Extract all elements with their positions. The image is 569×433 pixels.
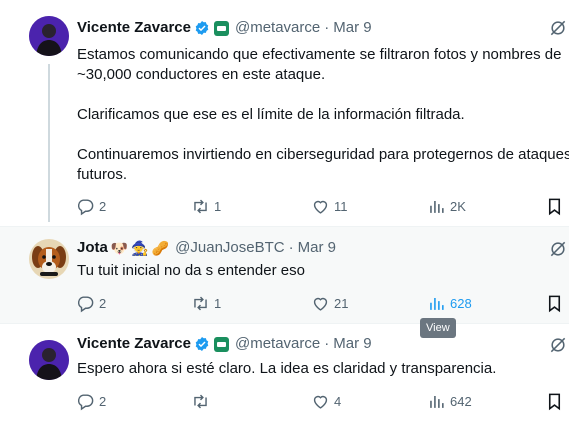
tweet-date[interactable]: Mar 9: [333, 334, 371, 354]
reply-button[interactable]: 2: [76, 291, 106, 315]
reply-icon: [77, 393, 94, 410]
bookmark-button[interactable]: [545, 291, 564, 315]
repost-button[interactable]: 1: [191, 291, 221, 315]
reply-count: 2: [99, 295, 107, 311]
reply-count: 2: [99, 198, 107, 214]
view-count: 2K: [450, 198, 466, 214]
tweet-date[interactable]: Mar 9: [298, 238, 336, 258]
like-button[interactable]: 4: [311, 389, 341, 413]
author-handle[interactable]: @metavarce: [235, 18, 320, 38]
like-count: 4: [334, 393, 342, 409]
grok-icon[interactable]: [548, 239, 568, 259]
avatar[interactable]: [29, 16, 69, 56]
tweet-text-line: Continuaremos invirtiendo en ciberseguri…: [77, 146, 569, 163]
grok-icon[interactable]: [548, 18, 568, 38]
avatar[interactable]: [29, 340, 69, 380]
peanut-emoji: 🥜: [151, 240, 170, 256]
tweet-actions: 2 1 11 2K: [0, 194, 569, 218]
tweet-header: Vicente Zavarce @metavarce · Mar 9: [77, 18, 372, 38]
tweet-actions: 2 1 21 628: [0, 291, 569, 315]
tweet-header: Jota 🐶 🧙 🥜 @JuanJoseBTC · Mar 9: [77, 238, 336, 258]
like-count: 11: [334, 198, 348, 214]
tweet-actions: 2 4 642: [0, 389, 569, 413]
author-name[interactable]: Jota: [77, 238, 108, 258]
heart-icon: [313, 395, 328, 409]
author-name[interactable]: Vicente Zavarce: [77, 18, 191, 38]
view-count: 628: [450, 295, 472, 311]
tweet-header: Vicente Zavarce @metavarce · Mar 9: [77, 334, 372, 354]
author-handle[interactable]: @JuanJoseBTC: [175, 238, 284, 258]
view-tooltip: View: [420, 318, 456, 338]
like-button[interactable]: 21: [311, 291, 348, 315]
repost-button[interactable]: 1: [191, 194, 221, 218]
separator-dot: ·: [324, 19, 330, 36]
bookmark-icon: [548, 198, 561, 215]
bookmark-button[interactable]: [545, 389, 564, 413]
view-count: 642: [450, 393, 472, 409]
views-icon: [430, 297, 444, 310]
separator-dot: ·: [324, 335, 330, 352]
verified-badge-icon: [195, 337, 209, 351]
author-handle[interactable]: @metavarce: [235, 334, 320, 354]
reply-button[interactable]: 2: [76, 389, 106, 413]
bookmark-button[interactable]: [545, 194, 564, 218]
heart-icon: [313, 200, 328, 214]
views-button[interactable]: 2K: [427, 194, 466, 218]
avatar[interactable]: [29, 239, 69, 279]
tweet-text-line: futuros.: [77, 166, 128, 183]
tweet[interactable]: Vicente Zavarce @metavarce · Mar 9 Esper…: [0, 324, 569, 433]
repost-count: 1: [214, 198, 222, 214]
reply-count: 2: [99, 393, 107, 409]
tweet[interactable]: Vicente Zavarce @metavarce · Mar 9 Estam…: [0, 0, 569, 226]
tweet-text-line: Espero ahora si esté claro. La idea es c…: [77, 360, 497, 377]
author-name[interactable]: Vicente Zavarce: [77, 334, 191, 354]
tweet-date[interactable]: Mar 9: [333, 18, 371, 38]
like-button[interactable]: 11: [311, 194, 348, 218]
views-button[interactable]: 642: [427, 389, 472, 413]
tweet[interactable]: Jota 🐶 🧙 🥜 @JuanJoseBTC · Mar 9 Tu tuit …: [0, 226, 569, 324]
grok-icon[interactable]: [548, 335, 568, 355]
tweet-text: Espero ahora si esté claro. La idea es c…: [77, 359, 569, 379]
bookmark-icon: [548, 393, 561, 410]
views-icon: [430, 395, 444, 408]
reply-button[interactable]: 2: [76, 194, 106, 218]
separator-dot: ·: [288, 239, 294, 256]
repost-icon: [194, 199, 207, 213]
bookmark-icon: [548, 295, 561, 312]
repost-icon: [194, 394, 207, 408]
tweet-text-line: ~30,000 conductores en este ataque.: [77, 66, 326, 83]
repost-button[interactable]: [191, 389, 214, 413]
repost-icon: [194, 296, 207, 310]
tweet-text-line: Clarificamos que ese es el límite de la …: [77, 106, 465, 123]
dog-face-emoji: 🐶: [110, 240, 129, 256]
views-icon: [430, 200, 444, 213]
tweet-text: Estamos comunicando que efectivamente se…: [77, 45, 569, 185]
heart-icon: [313, 297, 328, 311]
affiliate-badge-icon[interactable]: [213, 20, 229, 36]
reply-icon: [77, 198, 94, 215]
affiliate-badge-icon[interactable]: [213, 336, 229, 352]
wizard-emoji: 🧙: [131, 240, 149, 256]
tweet-text-line: Estamos comunicando que efectivamente se…: [77, 46, 562, 63]
repost-count: 1: [214, 295, 222, 311]
tweet-text-line: Tu tuit inicial no da s entender eso: [77, 262, 305, 279]
verified-badge-icon: [195, 21, 209, 35]
reply-icon: [77, 295, 94, 312]
like-count: 21: [334, 295, 349, 311]
views-button[interactable]: 628: [427, 291, 472, 315]
tweet-text: Tu tuit inicial no da s entender eso: [77, 261, 569, 281]
